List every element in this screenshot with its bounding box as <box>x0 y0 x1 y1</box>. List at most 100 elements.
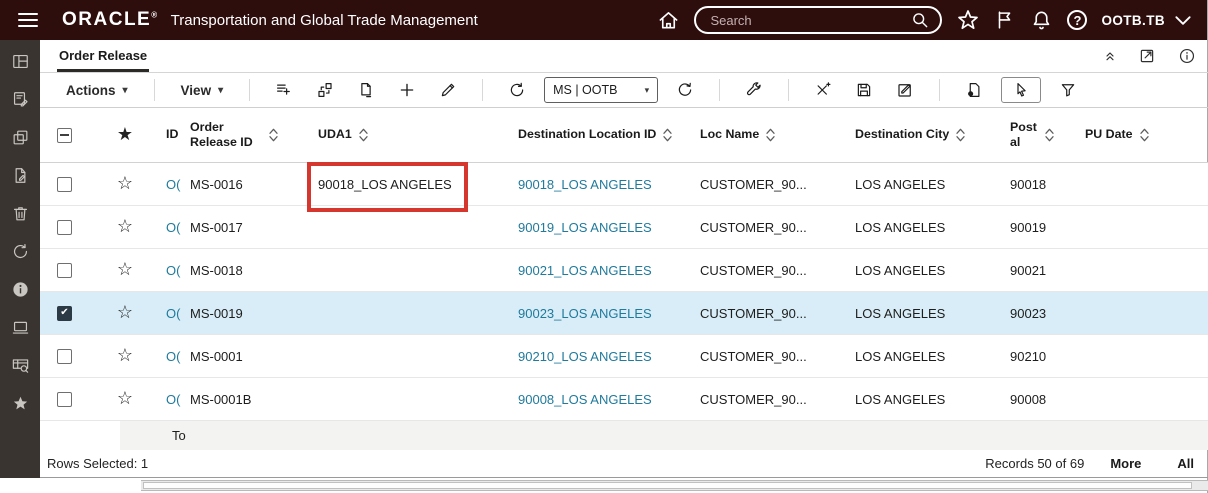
sort-icon[interactable] <box>359 128 368 142</box>
star-filled-icon[interactable]: ★ <box>117 124 133 144</box>
table-row[interactable]: ☆ O(MS-0001 90210_LOS ANGELES CUSTOMER_90..… <box>40 335 1208 378</box>
cell-dest-loc-id: 90019_LOS ANGELES <box>508 220 690 235</box>
filter-icon[interactable] <box>1054 81 1082 99</box>
edit-note-icon[interactable] <box>11 90 30 109</box>
user-menu[interactable]: OOTB.TB <box>1101 13 1193 28</box>
cell-dest-city: LOS ANGELES <box>855 262 946 278</box>
monitor-icon[interactable] <box>11 318 30 337</box>
edit-record-icon[interactable] <box>891 81 919 99</box>
star-outline-icon[interactable]: ☆ <box>117 173 133 193</box>
favorites-star-sidebar-icon[interactable] <box>11 394 30 413</box>
flag-icon[interactable] <box>994 9 1016 31</box>
star-outline-icon[interactable]: ☆ <box>117 216 133 236</box>
link-dest-loc-id[interactable]: 90018_LOS ANGELES <box>518 177 652 192</box>
menu-icon[interactable] <box>18 12 40 28</box>
row-checkbox[interactable] <box>57 219 72 235</box>
search-input[interactable] <box>710 12 911 28</box>
link-dest-loc-id[interactable]: 90210_LOS ANGELES <box>518 349 652 364</box>
remove-document-icon[interactable] <box>352 81 380 99</box>
unmatch-icon[interactable] <box>809 81 837 99</box>
select-all-checkbox[interactable] <box>57 127 72 143</box>
star-outline-icon[interactable]: ☆ <box>117 388 133 408</box>
scrollbar-track[interactable] <box>141 480 1208 491</box>
sort-icon[interactable] <box>269 128 278 142</box>
sort-icon[interactable] <box>1139 128 1149 142</box>
link-id-text[interactable]: O( <box>166 349 180 364</box>
sort-icon[interactable] <box>766 128 775 142</box>
refresh-icon[interactable] <box>11 242 30 261</box>
cell-order-release-id: MS-0019 <box>190 305 243 321</box>
all-button[interactable]: All <box>1177 456 1194 471</box>
link-dest-loc-id[interactable]: 90008_LOS ANGELES <box>518 392 652 407</box>
star-outline-icon[interactable]: ☆ <box>117 345 133 365</box>
column-header-pu-date[interactable]: PU Date <box>1075 127 1208 143</box>
home-icon[interactable] <box>657 9 680 32</box>
document-copy-icon[interactable] <box>960 81 988 99</box>
link-dest-loc-id[interactable]: 90023_LOS ANGELES <box>518 306 652 321</box>
sort-icon[interactable] <box>956 128 965 142</box>
table-row[interactable]: ☆ O(MS-0001B 90008_LOS ANGELES CUSTOMER_90.… <box>40 378 1208 421</box>
star-outline-icon[interactable]: ☆ <box>117 302 133 322</box>
column-header-postal[interactable]: Postal <box>1000 120 1075 151</box>
add-icon[interactable] <box>393 81 421 99</box>
cell-order-release-id: MS-0016 <box>190 176 243 192</box>
more-button[interactable]: More <box>1110 456 1141 471</box>
cell-id-text: O( <box>148 220 182 235</box>
collapse-panel-icon[interactable] <box>1104 50 1116 62</box>
notifications-bell-icon[interactable] <box>1030 9 1053 32</box>
add-to-list-icon[interactable] <box>270 81 298 99</box>
link-dest-loc-id[interactable]: 90021_LOS ANGELES <box>518 263 652 278</box>
pointer-select-tool[interactable] <box>1001 77 1042 103</box>
copy-icon[interactable] <box>11 128 30 147</box>
page-info-icon[interactable] <box>1178 47 1196 65</box>
trash-icon[interactable] <box>11 204 30 223</box>
table-search-icon[interactable] <box>11 356 30 375</box>
document-edit-icon[interactable] <box>11 166 30 185</box>
column-header-dest-city[interactable]: Destination City <box>845 127 1000 143</box>
link-id-text[interactable]: O( <box>166 392 180 407</box>
column-header-uda1[interactable]: UDA1 <box>310 127 508 143</box>
refresh-icon[interactable] <box>503 81 531 99</box>
rearrange-icon[interactable] <box>311 81 339 99</box>
edit-pencil-icon[interactable] <box>434 81 462 99</box>
table-row[interactable]: ☆ O(MS-0019 90023_LOS ANGELES CUSTOMER_90..… <box>40 292 1208 335</box>
tab-bar: Order Release <box>40 40 1208 73</box>
row-checkbox[interactable] <box>57 348 72 364</box>
help-icon[interactable]: ? <box>1067 10 1088 30</box>
cell-dest-loc-id: 90021_LOS ANGELES <box>508 263 690 278</box>
info-icon[interactable] <box>11 280 30 299</box>
save-icon[interactable] <box>850 81 878 99</box>
link-id-text[interactable]: O( <box>166 220 180 235</box>
table-row[interactable]: ☆ O(MS-0017 90019_LOS ANGELES CUSTOMER_90..… <box>40 206 1208 249</box>
reload-results-icon[interactable] <box>671 81 699 99</box>
open-in-new-window-icon[interactable] <box>1138 47 1156 65</box>
tab-order-release[interactable]: Order Release <box>57 40 150 72</box>
table-row[interactable]: ☆ O(MS-0016 90018_LOS ANGELES 90018_LOS ANG… <box>40 163 1208 206</box>
sort-icon[interactable] <box>663 128 673 142</box>
column-header-dest-loc-id[interactable]: Destination Location ID <box>508 127 690 143</box>
search-icon[interactable] <box>910 10 930 30</box>
favorites-star-icon[interactable] <box>956 8 980 32</box>
row-checkbox[interactable] <box>57 391 72 407</box>
table-row[interactable]: ☆ O(MS-0018 90021_LOS ANGELES CUSTOMER_90..… <box>40 249 1208 292</box>
link-id-text[interactable]: O( <box>166 177 180 192</box>
saved-search-select[interactable]: MS | OOTB ▾ <box>544 77 659 103</box>
actions-menu-button[interactable]: Actions ▾ <box>60 83 134 98</box>
row-checkbox[interactable] <box>57 262 72 278</box>
view-menu-button[interactable]: View ▾ <box>175 83 230 98</box>
column-header-id-text[interactable]: ID <box>148 127 182 143</box>
wrench-icon[interactable] <box>740 81 768 99</box>
column-header-loc-name[interactable]: Loc Name <box>690 127 845 143</box>
sort-icon[interactable] <box>1045 128 1054 142</box>
global-search-box[interactable] <box>694 6 943 34</box>
column-header-order-release-id[interactable]: Order Release ID <box>182 120 310 151</box>
row-checkbox[interactable] <box>57 176 72 192</box>
link-id-text[interactable]: O( <box>166 263 180 278</box>
cell-id-text: O( <box>148 392 182 407</box>
dashboard-icon[interactable] <box>11 52 30 71</box>
scrollbar-thumb[interactable] <box>143 482 1192 489</box>
link-id-text[interactable]: O( <box>166 306 180 321</box>
star-outline-icon[interactable]: ☆ <box>117 259 133 279</box>
row-checkbox[interactable] <box>57 305 72 321</box>
link-dest-loc-id[interactable]: 90019_LOS ANGELES <box>518 220 652 235</box>
